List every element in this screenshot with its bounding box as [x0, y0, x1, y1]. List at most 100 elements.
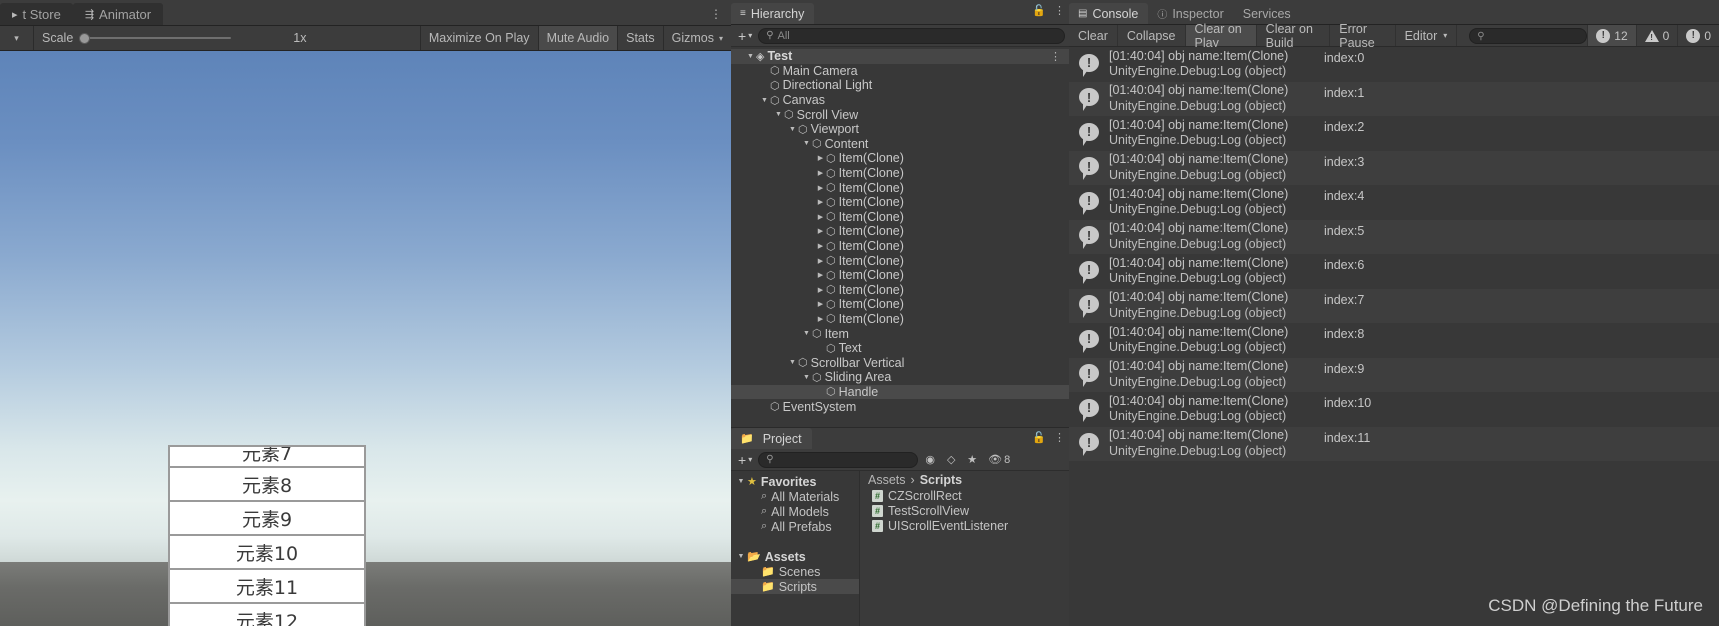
- hierarchy-row[interactable]: ▼ ⬡ Canvas: [731, 93, 1069, 108]
- error-pause-button[interactable]: Error Pause: [1330, 22, 1396, 50]
- breadcrumb-root[interactable]: Assets: [868, 473, 906, 487]
- hierarchy-row[interactable]: ▼ ⬡ Viewport: [731, 122, 1069, 137]
- tab-hierarchy[interactable]: ≡ Hierarchy: [731, 3, 815, 24]
- hierarchy-row[interactable]: ▶ ⬡ Item(Clone): [731, 195, 1069, 210]
- chevron-right-icon[interactable]: ▶: [815, 257, 826, 265]
- chevron-down-icon[interactable]: ▼: [773, 111, 784, 118]
- chevron-down-icon[interactable]: ▼: [745, 53, 756, 60]
- console-log-row[interactable]: ! [01:40:04] obj name:Item(Clone) UnityEng…: [1069, 254, 1719, 289]
- gizmos-button[interactable]: Gizmos ▾: [662, 26, 731, 50]
- chevron-right-icon[interactable]: ▶: [815, 184, 826, 192]
- scroll-content-list[interactable]: 元素7 元素8 元素9 元素10 元素11 元素12: [170, 447, 364, 626]
- game-view-kebab-menu-icon[interactable]: ⋮: [710, 3, 731, 25]
- console-log-row[interactable]: ! [01:40:04] obj name:Item(Clone) UnityEng…: [1069, 357, 1719, 392]
- list-item[interactable]: 元素9: [170, 502, 364, 536]
- chevron-down-icon[interactable]: ▼: [735, 478, 747, 485]
- chevron-right-icon[interactable]: ▶: [815, 227, 826, 235]
- hierarchy-row[interactable]: ▶ ⬡ Item(Clone): [731, 210, 1069, 225]
- project-search-input[interactable]: ⚲: [758, 451, 919, 468]
- scale-slider[interactable]: [79, 31, 232, 45]
- list-item[interactable]: 元素11: [170, 570, 364, 604]
- console-log-row[interactable]: ! [01:40:04] obj name:Item(Clone) UnityEng…: [1069, 426, 1719, 461]
- tab-animator[interactable]: ⇶ Animator: [72, 3, 164, 25]
- chevron-right-icon[interactable]: ▶: [815, 315, 826, 323]
- console-search-input[interactable]: ⚲: [1469, 28, 1588, 44]
- console-log-list[interactable]: ! [01:40:04] obj name:Item(Clone) UnityEng…: [1069, 47, 1719, 626]
- hierarchy-row[interactable]: ▶⬡EventSystem: [731, 399, 1069, 414]
- project-tree[interactable]: ▼ ★ Favorites ⌕ All Materials ⌕ All Models ⌕ All…: [731, 471, 859, 626]
- chevron-right-icon[interactable]: ▶: [815, 154, 826, 162]
- chevron-down-icon[interactable]: ▼: [801, 140, 812, 147]
- hierarchy-row[interactable]: ▶⬡Main Camera: [731, 64, 1069, 79]
- lock-icon[interactable]: 🔓: [1032, 4, 1046, 17]
- chevron-right-icon[interactable]: ▶: [815, 169, 826, 177]
- list-item[interactable]: 元素7: [170, 447, 364, 468]
- chevron-down-icon[interactable]: ▼: [787, 359, 798, 366]
- hierarchy-row[interactable]: ▶ ⬡ Item(Clone): [731, 151, 1069, 166]
- hierarchy-row[interactable]: ▶⬡Directional Light: [731, 78, 1069, 93]
- console-log-row[interactable]: ! [01:40:04] obj name:Item(Clone) UnityEng…: [1069, 288, 1719, 323]
- hierarchy-row[interactable]: ▶ ⬡ Item(Clone): [731, 312, 1069, 327]
- hierarchy-row[interactable]: ▶ ⬡ Item(Clone): [731, 224, 1069, 239]
- stats-button[interactable]: Stats: [617, 26, 663, 50]
- scale-control[interactable]: Scale 1x: [34, 31, 306, 45]
- favorite-star-icon[interactable]: ★: [963, 452, 981, 468]
- hierarchy-row[interactable]: ▶⬡Text: [731, 341, 1069, 356]
- tab-asset-store[interactable]: ▸ t Store: [0, 3, 73, 25]
- status-badge-errors[interactable]: ! 12: [1587, 25, 1636, 46]
- asset-rows[interactable]: # CZScrollRect # TestScrollView # UIScrollEve…: [860, 488, 1069, 533]
- clear-button[interactable]: Clear: [1069, 25, 1118, 46]
- chevron-down-icon[interactable]: ▼: [787, 126, 798, 133]
- list-item[interactable]: 元素8: [170, 468, 364, 502]
- chevron-down-icon[interactable]: ▼: [801, 330, 812, 337]
- asset-item[interactable]: # UIScrollEventListener: [860, 518, 1069, 533]
- project-asset-list[interactable]: Assets › Scripts # CZScrollRect # TestScrol…: [859, 471, 1069, 626]
- console-log-row[interactable]: ! [01:40:04] obj name:Item(Clone) UnityEng…: [1069, 81, 1719, 116]
- chevron-down-icon[interactable]: ▼: [735, 553, 747, 560]
- label-icon[interactable]: ◇: [942, 452, 960, 468]
- chevron-right-icon[interactable]: ▶: [815, 300, 826, 308]
- visibility-toggle[interactable]: 👁 8: [984, 452, 1014, 468]
- status-badge-warnings[interactable]: ! 0: [1635, 25, 1678, 46]
- hierarchy-row[interactable]: ▶ ⬡ Item(Clone): [731, 297, 1069, 312]
- status-badge-info[interactable]: ! 0: [1677, 25, 1719, 46]
- chevron-right-icon[interactable]: ▶: [815, 271, 826, 279]
- project-tree-row[interactable]: ⌕ All Prefabs: [731, 519, 859, 534]
- tab-console[interactable]: ▤ Console: [1069, 3, 1149, 24]
- asset-item[interactable]: # TestScrollView: [860, 503, 1069, 518]
- hierarchy-row[interactable]: ▶ ⬡ Item(Clone): [731, 180, 1069, 195]
- console-log-row[interactable]: ! [01:40:04] obj name:Item(Clone) UnityEng…: [1069, 116, 1719, 151]
- editor-dropdown-button[interactable]: Editor ▾: [1396, 25, 1458, 46]
- clear-on-build-button[interactable]: Clear on Build: [1257, 22, 1331, 50]
- chevron-right-icon[interactable]: ▶: [815, 198, 826, 206]
- hierarchy-row[interactable]: ▼ ⬡ Content: [731, 137, 1069, 152]
- chevron-right-icon[interactable]: ▶: [815, 213, 826, 221]
- chevron-right-icon[interactable]: ▶: [815, 286, 826, 294]
- project-tree-row[interactable]: ⌕ All Models: [731, 504, 859, 519]
- asset-item[interactable]: # CZScrollRect: [860, 488, 1069, 503]
- create-asset-button[interactable]: + ▾: [735, 452, 755, 468]
- hierarchy-row[interactable]: ▼ ⬡ Sliding Area: [731, 370, 1069, 385]
- chevron-right-icon[interactable]: ▶: [815, 242, 826, 250]
- create-gameobject-button[interactable]: + ▾: [735, 28, 755, 44]
- ui-scroll-view[interactable]: 元素7 元素8 元素9 元素10 元素11 元素12: [168, 445, 366, 626]
- lock-icon[interactable]: 🔓: [1032, 431, 1046, 444]
- game-viewport[interactable]: 元素7 元素8 元素9 元素10 元素11 元素12: [0, 51, 731, 626]
- hierarchy-row[interactable]: ▶ ⬡ Item(Clone): [731, 253, 1069, 268]
- console-log-row[interactable]: ! [01:40:04] obj name:Item(Clone) UnityEng…: [1069, 47, 1719, 82]
- slider-knob[interactable]: [79, 32, 91, 44]
- project-tree-row[interactable]: ⌕ All Materials: [731, 489, 859, 504]
- project-tree-row[interactable]: 📁 Scenes: [731, 564, 859, 579]
- chevron-down-icon[interactable]: ▼: [801, 374, 812, 381]
- kebab-menu-icon[interactable]: ⋮: [1054, 431, 1065, 444]
- console-log-row[interactable]: ! [01:40:04] obj name:Item(Clone) UnityEng…: [1069, 150, 1719, 185]
- maximize-on-play-button[interactable]: Maximize On Play: [419, 26, 538, 50]
- hierarchy-row[interactable]: ▶ ⬡ Item(Clone): [731, 166, 1069, 181]
- project-tree-row[interactable]: ▼ 📂 Assets: [731, 549, 859, 564]
- project-tree-row[interactable]: 📁 Scripts: [731, 579, 859, 594]
- hierarchy-search-input[interactable]: ⚲ All: [758, 27, 1065, 44]
- chevron-down-icon[interactable]: ▼: [759, 97, 770, 104]
- hierarchy-row[interactable]: ▼ ⬡ Scrollbar Vertical: [731, 355, 1069, 370]
- console-log-row[interactable]: ! [01:40:04] obj name:Item(Clone) UnityEng…: [1069, 219, 1719, 254]
- collapse-button[interactable]: Collapse: [1118, 25, 1186, 46]
